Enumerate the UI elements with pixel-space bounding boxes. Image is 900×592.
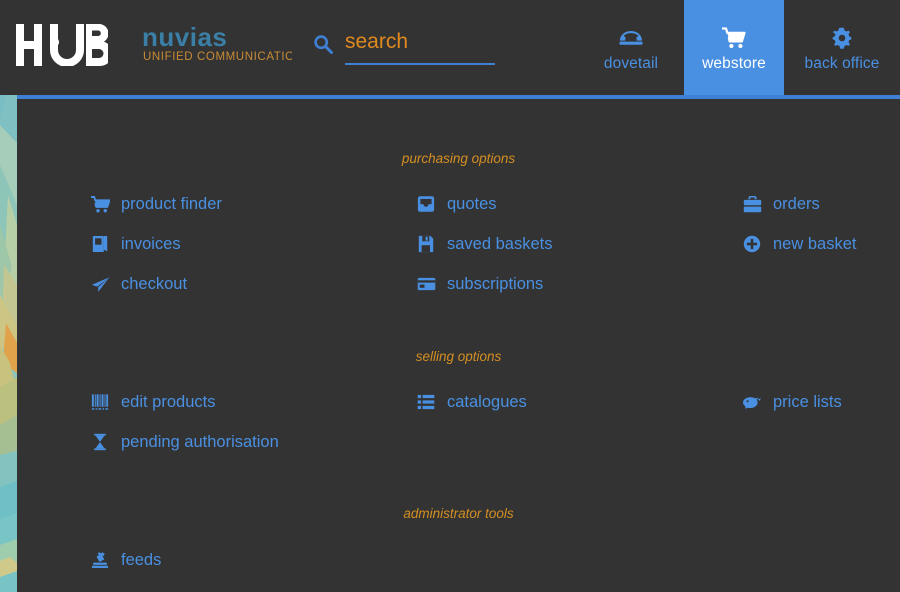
main-content: purchasing options product finder quotes… [17,99,900,592]
nav-tab-webstore-label: webstore [702,54,766,72]
menu-cell-empty [413,540,739,580]
plus-circle-icon [739,235,765,253]
menu-item-label: invoices [121,234,181,253]
hub-logo[interactable] [16,24,113,71]
list-icon [413,394,439,410]
hourglass-icon [87,433,113,451]
section-selling-options: selling options edit products catalogues… [17,349,900,462]
menu-cell: subscriptions [413,264,739,304]
section-administrator-tools: administrator tools feeds [17,506,900,580]
inbox-icon [413,195,439,213]
menu-item-label: new basket [773,234,857,253]
decorative-polygon-strip [0,95,17,592]
menu-cell: new basket [739,224,900,264]
menu-item-label: product finder [121,194,222,213]
menu-item-orders[interactable]: orders [739,195,820,214]
cart-icon [722,23,746,49]
paper-plane-icon [87,276,113,293]
nav-tab-webstore[interactable]: webstore [684,0,784,95]
menu-item-price-lists[interactable]: price lists [739,393,842,412]
section-heading-purchasing-options: purchasing options [401,151,516,166]
menu-item-label: quotes [447,194,497,213]
piggy-bank-icon [739,394,765,410]
menu-cell: checkout [87,264,413,304]
menu-item-catalogues[interactable]: catalogues [413,393,527,412]
brand-area: nuvias UNIFIED COMMUNICATIONS [0,0,311,95]
nav-tab-backoffice-label: back office [804,54,880,72]
menu-item-feeds[interactable]: feeds [87,551,161,570]
menu-item-checkout[interactable]: checkout [87,275,187,294]
menu-cell-empty [739,540,900,580]
menu-item-label: catalogues [447,392,527,411]
main-nav: dovetail webstore back office [578,0,900,95]
shopping-cart-icon [87,195,113,213]
menu-item-pending-authorisation[interactable]: pending authorisation [87,433,279,452]
menu-cell: invoices [87,224,413,264]
menu-cell: saved baskets [413,224,739,264]
menu-cell-empty [739,422,900,462]
search-input[interactable] [345,29,495,65]
floppy-disk-icon [413,235,439,253]
svg-text:UNIFIED COMMUNICATIONS: UNIFIED COMMUNICATIONS [143,51,292,63]
menu-item-new-basket[interactable]: new basket [739,235,856,254]
menu-item-quotes[interactable]: quotes [413,195,497,214]
book-icon [87,235,113,253]
app-header: nuvias UNIFIED COMMUNICATIONS dovetail [0,0,900,95]
search-icon[interactable] [313,34,333,59]
section-heading-administrator-tools: administrator tools [403,506,514,521]
menu-item-label: saved baskets [447,234,553,253]
menu-item-label: checkout [121,274,188,293]
phone-icon [619,23,643,49]
menu-item-label: feeds [121,550,162,569]
briefcase-icon [739,195,765,213]
gear-icon [831,23,853,49]
barcode-icon [87,393,113,411]
section-heading-selling-options: selling options [415,349,502,364]
nav-tab-dovetail-label: dovetail [603,54,659,72]
menu-item-invoices[interactable]: invoices [87,235,181,254]
menu-cell: feeds [87,540,413,580]
menu-item-label: edit products [121,392,216,411]
menu-cell: quotes [413,184,739,224]
menu-item-saved-baskets[interactable]: saved baskets [413,235,552,254]
svg-text:nuvias: nuvias [142,25,227,52]
menu-item-product-finder[interactable]: product finder [87,195,222,214]
credit-card-icon [413,277,439,291]
menu-item-label: orders [773,194,820,213]
section-purchasing-options: purchasing options product finder quotes… [17,151,900,304]
menu-cell-empty [413,422,739,462]
menu-item-subscriptions[interactable]: subscriptions [413,275,543,294]
nav-tab-dovetail[interactable]: dovetail [578,0,684,95]
menu-item-label: pending authorisation [121,432,279,451]
menu-item-edit-products[interactable]: edit products [87,393,215,412]
menu-cell: edit products [87,382,413,422]
menu-cell: pending authorisation [87,422,413,462]
nuvias-logo[interactable]: nuvias UNIFIED COMMUNICATIONS [142,22,311,70]
menu-cell-empty [739,264,900,304]
menu-cell: catalogues [413,382,739,422]
menu-item-label: price lists [773,392,842,411]
feed-machine-icon [87,551,113,569]
menu-cell: price lists [739,382,900,422]
search-area[interactable] [313,29,495,69]
menu-item-label: subscriptions [447,274,544,293]
nav-tab-backoffice[interactable]: back office [784,0,900,95]
header-divider [17,95,900,99]
menu-cell: product finder [87,184,413,224]
menu-cell: orders [739,184,900,224]
